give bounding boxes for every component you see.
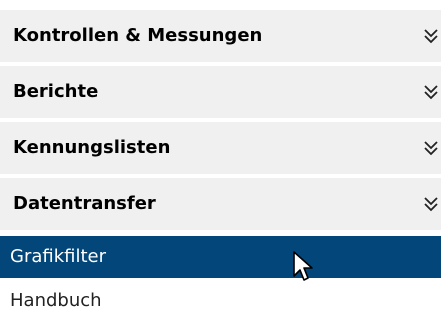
- mouse-pointer-icon: [293, 251, 313, 281]
- menu-item-label: Handbuch: [10, 290, 102, 311]
- section-label: Berichte: [13, 81, 99, 102]
- double-chevron-down-icon[interactable]: [421, 194, 441, 214]
- section-kontrollen-messungen[interactable]: Kontrollen & Messungen: [0, 10, 441, 62]
- menu-item-grafikfilter[interactable]: Grafikfilter: [0, 236, 441, 278]
- double-chevron-down-icon[interactable]: [421, 26, 441, 46]
- navigation-menu: Kontrollen & Messungen Berichte Kennungs…: [0, 0, 445, 322]
- menu-item-label: Grafikfilter: [10, 246, 107, 267]
- section-label: Datentransfer: [13, 193, 156, 214]
- section-datentransfer[interactable]: Datentransfer: [0, 178, 441, 230]
- double-chevron-down-icon[interactable]: [421, 138, 441, 158]
- section-label: Kennungslisten: [13, 137, 171, 158]
- double-chevron-down-icon[interactable]: [421, 82, 441, 102]
- section-kennungslisten[interactable]: Kennungslisten: [0, 122, 441, 174]
- section-label: Kontrollen & Messungen: [13, 25, 263, 46]
- section-berichte[interactable]: Berichte: [0, 66, 441, 118]
- menu-item-handbuch[interactable]: Handbuch: [0, 280, 441, 322]
